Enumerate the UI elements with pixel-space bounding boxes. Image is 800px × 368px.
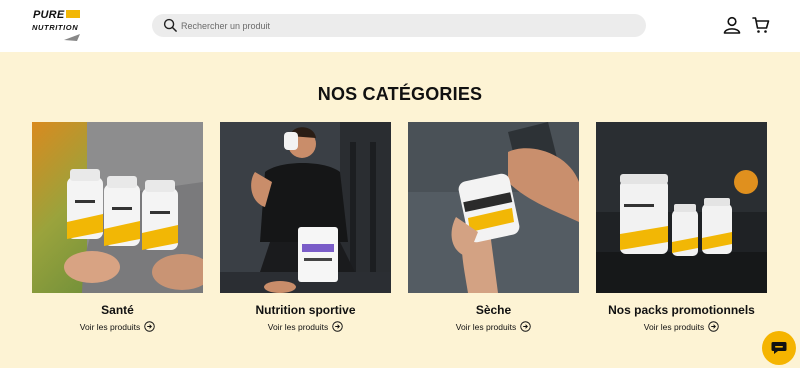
chat-icon[interactable] xyxy=(771,341,787,355)
brand-logo[interactable]: PURE NUTRITION xyxy=(30,8,90,44)
arrow-circle-right-icon[interactable] xyxy=(708,321,719,332)
view-products-link[interactable]: Voir les produits xyxy=(32,321,203,332)
site-header: PURE NUTRITION xyxy=(0,0,800,52)
category-image-sante[interactable] xyxy=(32,122,203,293)
view-products-label[interactable]: Voir les produits xyxy=(644,322,704,332)
arrow-circle-right-icon[interactable] xyxy=(332,321,343,332)
category-title[interactable]: Nutrition sportive xyxy=(220,303,391,317)
search-bar[interactable] xyxy=(152,14,646,37)
category-title[interactable]: Nos packs promotionnels xyxy=(596,303,767,317)
arrow-circle-right-icon[interactable] xyxy=(520,321,531,332)
view-products-link[interactable]: Voir les produits xyxy=(220,321,391,332)
category-image-nutrition-sportive[interactable] xyxy=(220,122,391,293)
category-title[interactable]: Santé xyxy=(32,303,203,317)
logo-accent-mark xyxy=(66,10,81,18)
account-icon[interactable] xyxy=(722,15,742,35)
category-image-packs-promotionnels[interactable] xyxy=(596,122,767,293)
category-title[interactable]: Sèche xyxy=(408,303,579,317)
category-image-seche[interactable] xyxy=(408,122,579,293)
arrow-circle-right-icon[interactable] xyxy=(144,321,155,332)
logo-line2: NUTRITION xyxy=(32,23,79,32)
cart-icon[interactable] xyxy=(751,15,771,35)
logo-line1: PURE xyxy=(33,9,65,21)
section-heading: NOS CATÉGORIES xyxy=(317,84,483,104)
search-input[interactable] xyxy=(181,14,621,37)
view-products-link[interactable]: Voir les produits xyxy=(408,321,579,332)
logo-swoosh-icon xyxy=(64,34,80,41)
view-products-label[interactable]: Voir les produits xyxy=(456,322,516,332)
view-products-label[interactable]: Voir les produits xyxy=(80,322,140,332)
search-icon[interactable] xyxy=(163,18,178,33)
chat-widget-button[interactable] xyxy=(762,331,796,365)
view-products-label[interactable]: Voir les produits xyxy=(268,322,328,332)
view-products-link[interactable]: Voir les produits xyxy=(596,321,767,332)
